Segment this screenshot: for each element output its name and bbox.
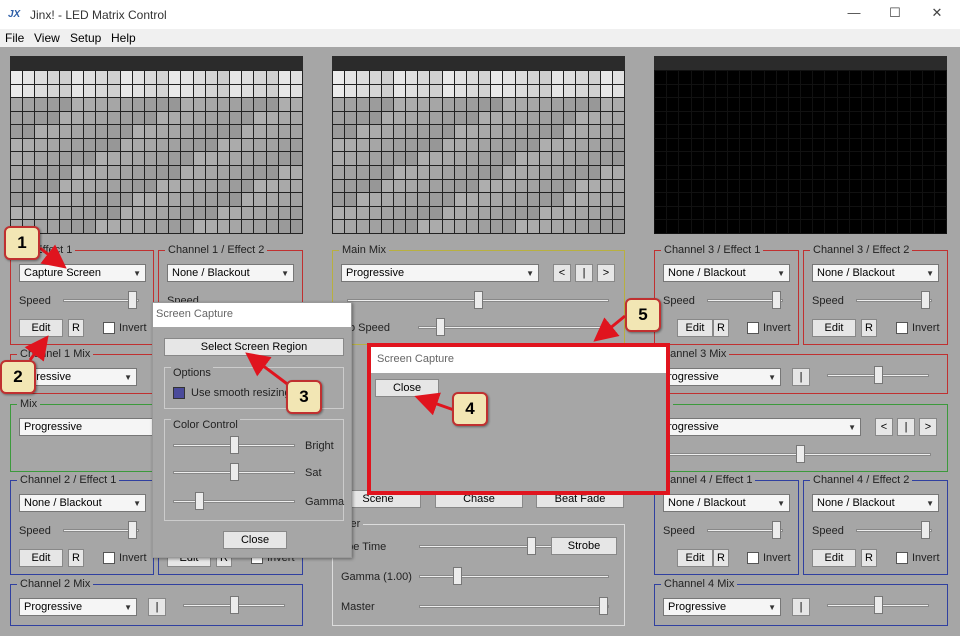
callout-5: 5: [625, 298, 661, 332]
arrow-1: [39, 244, 67, 269]
annotation-arrows: [24, 244, 626, 416]
callout-1: 1: [4, 226, 40, 260]
callout-2: 2: [0, 360, 36, 394]
callout-4: 4: [452, 392, 488, 426]
callout-3: 3: [286, 380, 322, 414]
arrow-2: [24, 335, 49, 362]
arrow-4: [414, 392, 455, 416]
arrow-3: [245, 352, 291, 388]
arrow-5: [593, 314, 626, 342]
